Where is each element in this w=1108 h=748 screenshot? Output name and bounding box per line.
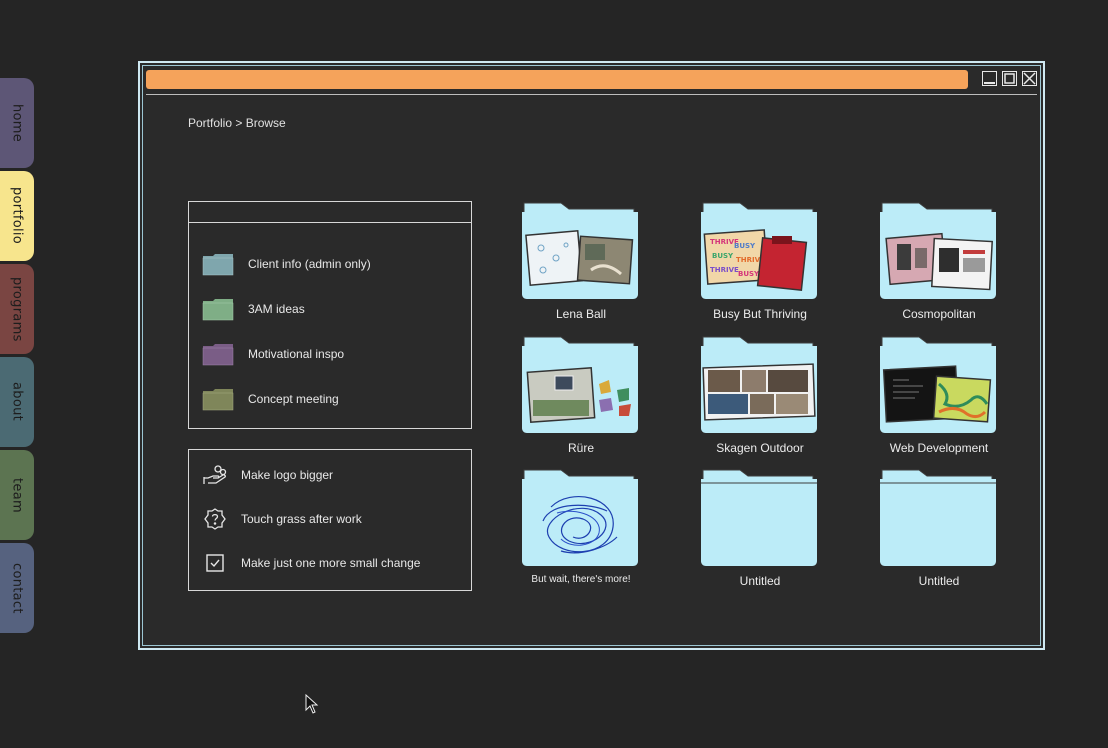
folder-item-label: 3AM ideas <box>248 302 305 316</box>
folder-item-client-info[interactable]: Client info (admin only) <box>202 250 371 278</box>
folder-item-3am-ideas[interactable]: 3AM ideas <box>202 295 305 323</box>
project-folder-label: Web Development <box>889 441 989 455</box>
project-folder-label: But wait, there's more! <box>531 574 631 585</box>
folder-item-label: Concept meeting <box>248 392 339 406</box>
project-folder-skagen-outdoor[interactable]: Skagen Outdoor <box>700 334 820 462</box>
tab-team[interactable]: team <box>0 450 34 540</box>
tab-contact-label: contact <box>9 562 25 614</box>
close-button[interactable] <box>1022 71 1037 86</box>
svg-text:BUSY: BUSY <box>738 270 760 278</box>
project-folder-untitled-1[interactable]: Untitled <box>700 467 820 595</box>
folder-icon <box>701 336 817 433</box>
project-folder-label: Untitled <box>739 574 781 588</box>
tab-team-label: team <box>9 477 25 513</box>
folder-icon <box>202 389 234 411</box>
folder-icon <box>880 336 996 433</box>
project-folder-busy-but-thriving[interactable]: THRIVE BUSY BUSY THRIVE THRIVE BUSY Busy Bu… <box>700 200 820 328</box>
folder-icon <box>522 469 638 566</box>
folder-icon <box>701 469 817 566</box>
tab-programs[interactable]: programs <box>0 264 34 354</box>
project-folder-more[interactable]: But wait, there's more! <box>521 467 641 595</box>
task-item-label: Touch grass after work <box>241 512 362 526</box>
question-badge-icon <box>204 508 226 530</box>
project-folder-untitled-2[interactable]: Untitled <box>879 467 999 595</box>
project-folder-rure[interactable]: Rüre <box>521 334 641 462</box>
minimize-button[interactable] <box>982 71 997 86</box>
tab-home[interactable]: home <box>0 78 34 168</box>
project-folder-label: Busy But Thriving <box>713 307 807 321</box>
folder-item-label: Motivational inspo <box>248 347 345 361</box>
project-folder-cosmopolitan[interactable]: Cosmopolitan <box>879 200 999 328</box>
checkbox-icon <box>206 554 224 572</box>
maximize-icon <box>1004 73 1015 84</box>
folder-item-label: Client info (admin only) <box>248 257 371 271</box>
project-folder-label: Cosmopolitan <box>902 307 976 321</box>
titlebar-divider <box>146 94 1037 95</box>
svg-text:BUSY: BUSY <box>734 242 756 250</box>
folder-icon <box>522 202 638 299</box>
folders-panel: Client info (admin only) 3AM ideas Motiv… <box>188 201 472 429</box>
folder-icon <box>202 254 234 276</box>
project-folder-web-development[interactable]: Web Development <box>879 334 999 462</box>
folder-icon <box>202 299 234 321</box>
project-folder-lena-ball[interactable]: Lena Ball <box>521 200 641 328</box>
folder-icon <box>522 336 638 433</box>
hand-coins-icon <box>203 465 227 484</box>
svg-text:THRIVE: THRIVE <box>710 266 739 274</box>
tab-contact[interactable]: contact <box>0 543 34 633</box>
tab-about[interactable]: about <box>0 357 34 447</box>
folder-icon <box>880 202 996 299</box>
project-folder-label: Lena Ball <box>555 307 607 321</box>
tasks-panel: Make logo bigger Touch grass after work … <box>188 449 472 591</box>
project-folder-label: Untitled <box>918 574 960 588</box>
close-icon <box>1023 72 1036 85</box>
folder-icon: THRIVEBUSY BUSY THRIVE THRIVE BUSY <box>701 202 817 299</box>
folder-icon <box>202 344 234 366</box>
minimize-icon <box>984 82 995 84</box>
folders-panel-header <box>189 202 471 223</box>
folder-icon <box>880 469 996 566</box>
tab-portfolio[interactable]: portfolio <box>0 171 34 261</box>
maximize-button[interactable] <box>1002 71 1017 86</box>
browse-window: Portfolio > Browse Client info (admin on… <box>138 61 1045 650</box>
task-item-logo[interactable]: Make logo bigger <box>203 463 333 487</box>
tab-programs-label: programs <box>9 276 25 342</box>
folder-item-concept-meeting[interactable]: Concept meeting <box>202 385 339 413</box>
task-item-small-change[interactable]: Make just one more small change <box>203 551 420 575</box>
project-folder-label: Skagen Outdoor <box>716 441 804 455</box>
task-item-touch-grass[interactable]: Touch grass after work <box>203 507 362 531</box>
tab-about-label: about <box>9 382 25 422</box>
task-item-label: Make logo bigger <box>241 468 334 482</box>
svg-text:BUSY: BUSY <box>712 252 734 260</box>
task-item-label: Make just one more small change <box>241 556 421 570</box>
window-titlebar[interactable] <box>146 70 968 89</box>
folder-item-motivational-inspo[interactable]: Motivational inspo <box>202 340 344 368</box>
project-folder-label: Rüre <box>567 441 594 455</box>
tab-home-label: home <box>9 103 25 143</box>
mouse-cursor-icon <box>305 694 319 714</box>
tab-portfolio-label: portfolio <box>9 187 25 245</box>
breadcrumb: Portfolio > Browse <box>188 116 286 130</box>
